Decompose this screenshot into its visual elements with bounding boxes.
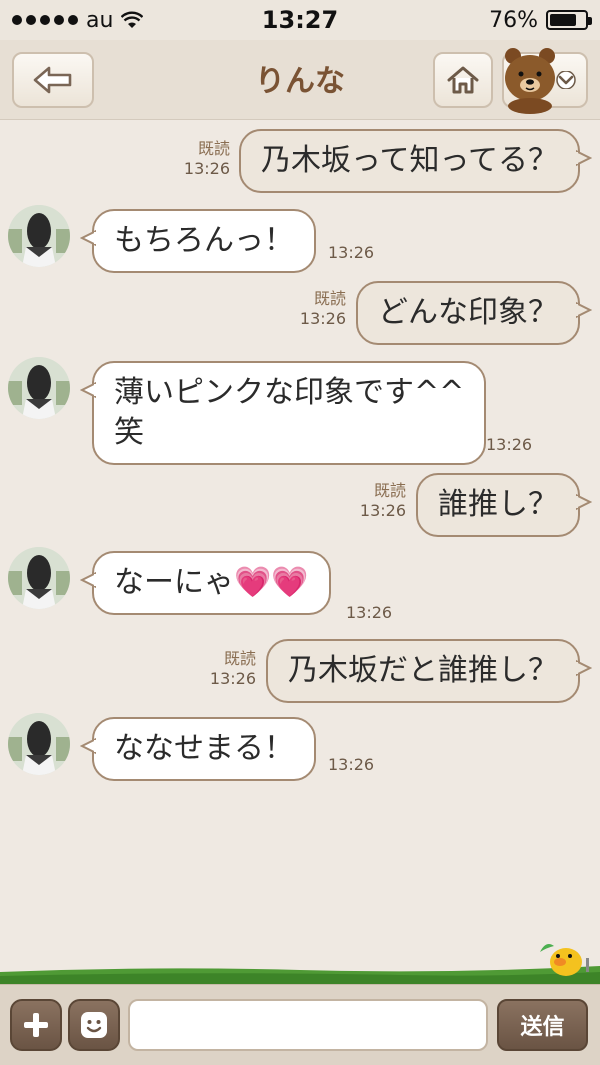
bubble-tail — [576, 493, 592, 511]
message-meta: 既読 13:26 — [210, 649, 256, 689]
avatar-photo — [8, 713, 70, 775]
message-time: 13:26 — [299, 309, 346, 328]
message-time: 13:26 — [359, 501, 406, 520]
message-bubble-incoming[interactable]: 薄いピンクな印象です^^ 笑 — [80, 361, 487, 465]
bubble-tail — [80, 381, 96, 399]
message-bubble-outgoing[interactable]: どんな印象？ — [356, 281, 592, 345]
bubble-tail — [576, 301, 592, 319]
bubble-tail — [80, 571, 96, 589]
battery-fill — [550, 14, 576, 26]
message-meta: 既読 13:26 — [300, 289, 346, 329]
bubble-tail — [80, 229, 96, 247]
message-bubble-incoming[interactable]: なーにゃ💗💗 — [80, 551, 331, 615]
sticker-button[interactable] — [68, 999, 120, 1051]
message-bubble-outgoing[interactable]: 誰推し？ — [416, 473, 592, 537]
avatar[interactable] — [8, 205, 70, 267]
avatar-photo — [8, 205, 70, 267]
avatar[interactable] — [8, 357, 70, 419]
status-bar: au 13:27 76% — [0, 0, 600, 40]
status-time: 13:27 — [261, 6, 339, 34]
smiley-icon — [81, 1012, 107, 1038]
message-time: 13:26 — [486, 435, 533, 454]
message-meta: 既読 13:26 — [184, 139, 230, 179]
message-text: 乃木坂だと誰推し？ — [288, 653, 558, 688]
message-time: 13:26 — [328, 755, 375, 774]
home-button[interactable] — [433, 52, 493, 108]
message-bubble-incoming[interactable]: ななせまる！ — [80, 717, 316, 781]
message-text-line: 薄いピンクな印象です^^ — [114, 375, 465, 410]
bubble-tail — [576, 659, 592, 677]
message-bubble-outgoing[interactable]: 乃木坂だと誰推し？ — [266, 639, 592, 703]
message-bubble-incoming[interactable]: もちろんっ！ — [80, 209, 316, 273]
read-receipt: 既読 — [373, 481, 406, 500]
battery-icon — [546, 10, 592, 30]
message-text: 乃木坂って知ってる？ — [261, 143, 558, 178]
avatar-photo — [8, 357, 70, 419]
bubble-tail — [80, 737, 96, 755]
home-icon — [447, 66, 479, 94]
read-receipt: 既読 — [223, 649, 256, 668]
avatar[interactable] — [8, 547, 70, 609]
message-text: どんな印象？ — [378, 295, 558, 330]
grass-strip — [0, 966, 600, 984]
message-bubble-outgoing[interactable]: 乃木坂って知ってる？ — [239, 129, 592, 193]
chick-icon — [540, 944, 589, 976]
message-text: ななせまる！ — [114, 731, 294, 766]
carrier-label: au — [86, 7, 114, 33]
send-button[interactable]: 送信 — [497, 999, 588, 1051]
signal-dots-icon — [12, 15, 78, 25]
message-input[interactable] — [128, 999, 488, 1051]
battery-percent: 76% — [489, 7, 538, 33]
message-time: 13:26 — [209, 669, 256, 688]
brown-bear-icon — [505, 48, 555, 114]
message-text: なーにゃ💗💗 — [114, 565, 309, 600]
plus-icon — [24, 1013, 48, 1037]
bubble-tail — [576, 149, 592, 167]
chat-header: りんな — [0, 40, 600, 120]
message-text: もちろんっ！ — [114, 223, 294, 258]
message-text: 誰推し？ — [438, 487, 558, 522]
read-receipt: 既読 — [313, 289, 346, 308]
status-right: 76% — [489, 7, 592, 33]
message-time: 13:26 — [346, 603, 393, 622]
avatar-photo — [8, 547, 70, 609]
message-text-line: 笑 — [114, 415, 144, 450]
wifi-icon — [121, 11, 144, 28]
message-time: 13:26 — [328, 243, 375, 262]
add-attachment-button[interactable] — [10, 999, 62, 1051]
status-left: au — [12, 7, 144, 33]
input-bar: 送信 — [0, 984, 600, 1065]
read-receipt: 既読 — [197, 139, 230, 158]
avatar[interactable] — [8, 713, 70, 775]
message-time: 13:26 — [183, 159, 230, 178]
chat-history[interactable]: 既読 13:26 乃木坂って知ってる？ もちろんっ！ 13:26 既読 13:2… — [0, 121, 600, 961]
message-meta: 既読 13:26 — [360, 481, 406, 521]
